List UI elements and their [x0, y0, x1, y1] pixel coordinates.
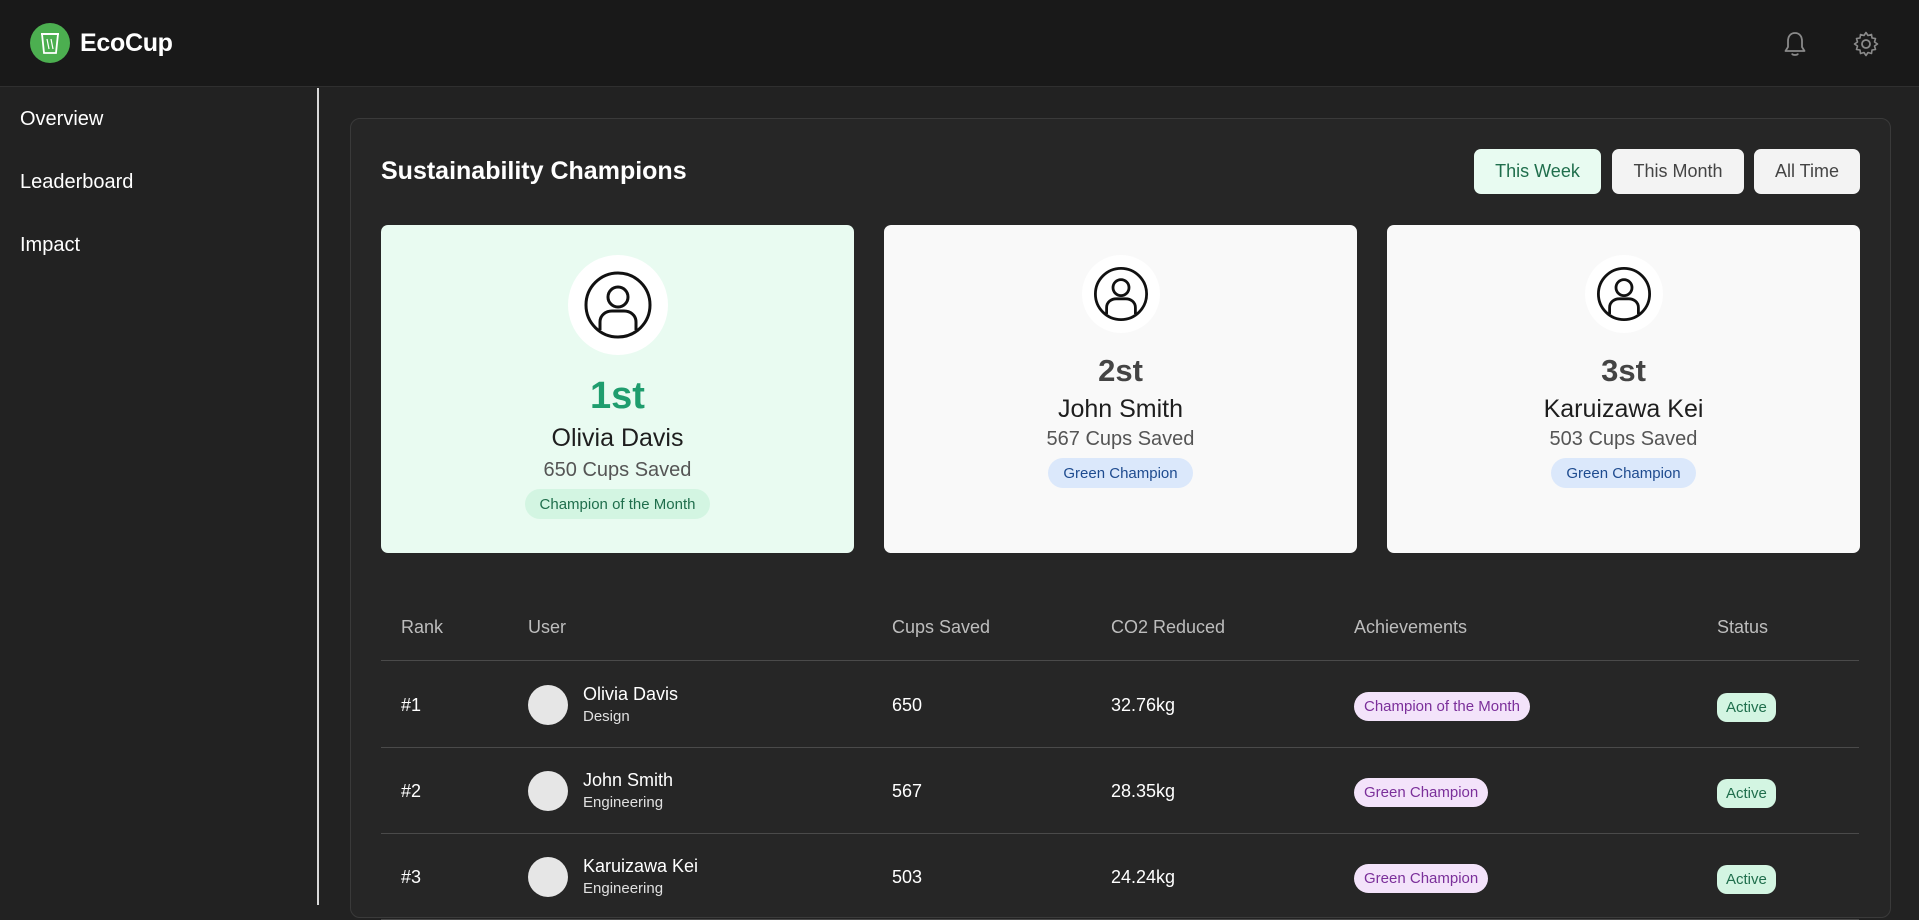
- filter-all-time-button[interactable]: All Time: [1754, 149, 1860, 194]
- champion-rank: 1st: [590, 375, 645, 417]
- top-bar: EcoCup: [0, 0, 1919, 87]
- champion-cups: 650 Cups Saved: [543, 459, 692, 481]
- champion-name: John Smith: [1057, 395, 1184, 423]
- row-user-dept: Design: [583, 708, 630, 725]
- champion-badge: Green Champion: [1551, 458, 1696, 488]
- row-co2-reduced: 24.24kg: [1111, 867, 1176, 887]
- column-header-user[interactable]: User: [528, 617, 566, 638]
- filter-this-week-button[interactable]: This Week: [1474, 149, 1601, 194]
- avatar: [1584, 255, 1663, 333]
- row-co2-reduced: 28.35kg: [1111, 781, 1176, 801]
- champion-rank: 2st: [1098, 353, 1143, 388]
- status-badge: Active: [1717, 779, 1776, 808]
- main-content: Sustainability Champions This Week This …: [321, 88, 1919, 920]
- gear-icon[interactable]: [1850, 28, 1882, 60]
- achievement-badge: Green Champion: [1354, 864, 1489, 893]
- row-user-name: Karuizawa Kei: [583, 856, 699, 876]
- row-user-dept: Engineering: [583, 794, 664, 811]
- sidebar-item-leaderboard[interactable]: Leaderboard: [20, 171, 133, 194]
- champion-card-third: 3st Karuizawa Kei 503 Cups Saved Green C…: [1387, 225, 1860, 553]
- brand-name: EcoCup: [80, 28, 173, 57]
- table-row[interactable]: #1 Olivia Davis Design 650 32.76kg Champ…: [381, 662, 1859, 748]
- user-icon: [1093, 267, 1148, 321]
- column-header-co2-reduced[interactable]: CO2 Reduced: [1111, 617, 1225, 638]
- row-cups-saved: 650: [892, 695, 923, 715]
- avatar: [567, 255, 668, 355]
- champion-badge: Green Champion: [1048, 458, 1193, 488]
- column-header-achievements[interactable]: Achievements: [1354, 617, 1467, 638]
- row-rank: #3: [401, 867, 422, 887]
- user-icon: [1596, 267, 1651, 321]
- leaderboard-panel: Sustainability Champions This Week This …: [350, 118, 1891, 920]
- bell-icon[interactable]: [1779, 28, 1811, 60]
- table-row[interactable]: #2 John Smith Engineering 567 28.35kg Gr…: [381, 748, 1859, 834]
- row-rank: #2: [401, 781, 422, 801]
- achievement-badge: Green Champion: [1354, 778, 1489, 807]
- column-header-rank[interactable]: Rank: [401, 617, 443, 638]
- champion-card-second: 2st John Smith 567 Cups Saved Green Cham…: [884, 225, 1357, 553]
- row-rank: #1: [401, 695, 422, 715]
- achievement-badge: Champion of the Month: [1354, 692, 1530, 721]
- column-header-status[interactable]: Status: [1717, 617, 1768, 638]
- row-cups-saved: 567: [892, 781, 923, 801]
- sidebar-item-impact[interactable]: Impact: [20, 234, 80, 257]
- row-user-dept: Engineering: [583, 880, 664, 897]
- champion-name: Karuizawa Kei: [1543, 395, 1704, 423]
- user-icon: [584, 271, 651, 339]
- champion-name: Olivia Davis: [551, 424, 684, 452]
- avatar: [1081, 255, 1160, 333]
- row-co2-reduced: 32.76kg: [1111, 695, 1176, 715]
- champion-card-first: 1st Olivia Davis 650 Cups Saved Champion…: [381, 225, 854, 553]
- champion-rank: 3st: [1601, 353, 1646, 388]
- avatar: [528, 771, 568, 811]
- champion-cups: 503 Cups Saved: [1549, 428, 1698, 450]
- sidebar: Overview Leaderboard Impact: [0, 88, 319, 905]
- table-header: Rank User Cups Saved CO2 Reduced Achieve…: [381, 607, 1859, 661]
- column-header-cups-saved[interactable]: Cups Saved: [892, 617, 990, 638]
- row-user-name: John Smith: [583, 770, 674, 790]
- panel-title: Sustainability Champions: [381, 157, 687, 185]
- status-badge: Active: [1717, 693, 1776, 722]
- cup-logo-icon: [30, 23, 70, 63]
- sidebar-item-overview[interactable]: Overview: [20, 108, 103, 131]
- avatar: [528, 685, 568, 725]
- row-cups-saved: 503: [892, 867, 923, 887]
- brand[interactable]: EcoCup: [30, 23, 173, 63]
- champion-badge: Champion of the Month: [524, 489, 711, 519]
- champion-cups: 567 Cups Saved: [1046, 428, 1195, 450]
- table-row[interactable]: #3 Karuizawa Kei Engineering 503 24.24kg…: [381, 834, 1859, 920]
- filter-this-month-button[interactable]: This Month: [1612, 149, 1744, 194]
- avatar: [528, 857, 568, 897]
- row-user-name: Olivia Davis: [583, 684, 679, 704]
- status-badge: Active: [1717, 865, 1776, 894]
